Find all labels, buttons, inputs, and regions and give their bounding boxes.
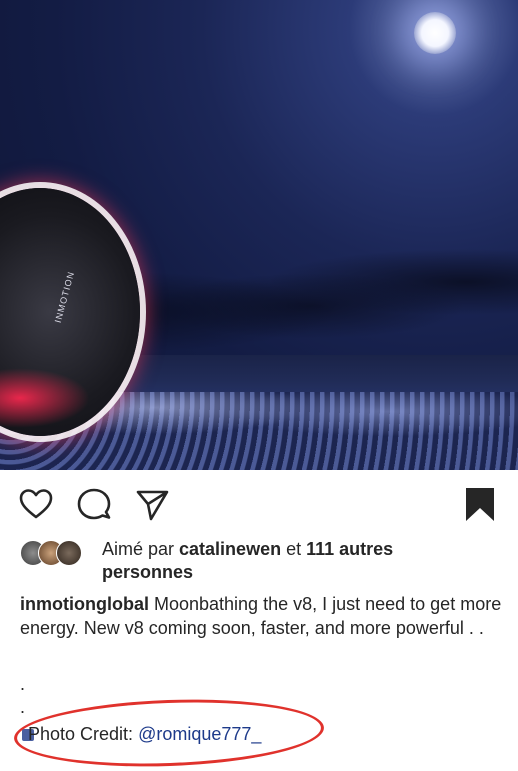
likes-middle: et: [281, 539, 307, 559]
caption-dot: .: [20, 697, 26, 717]
likes-suffix[interactable]: personnes: [102, 562, 193, 582]
red-annotation-circle: [12, 694, 326, 771]
bookmark-icon[interactable]: [462, 486, 498, 522]
caption-username[interactable]: inmotionglobal: [20, 594, 149, 614]
heart-icon[interactable]: [18, 486, 54, 522]
caption-dot: .: [20, 674, 26, 694]
liker-username[interactable]: catalinewen: [179, 539, 281, 559]
post-photo[interactable]: INMOTION: [0, 0, 518, 470]
likes-prefix: Aimé par: [102, 539, 180, 559]
led-glow: [0, 368, 90, 428]
send-icon[interactable]: [134, 486, 170, 522]
avatar: [56, 540, 82, 566]
wheel-brand-logo: INMOTION: [52, 270, 77, 324]
post-caption: inmotionglobal Moonbathing the v8, I jus…: [20, 592, 504, 640]
liker-avatars: [20, 540, 92, 566]
comment-icon[interactable]: [76, 486, 112, 522]
post-action-bar: [0, 482, 518, 526]
moon: [414, 12, 456, 54]
likes-count[interactable]: 111 autres: [306, 539, 393, 559]
likes-text: Aimé par catalinewen et 111 autres person…: [102, 538, 502, 584]
